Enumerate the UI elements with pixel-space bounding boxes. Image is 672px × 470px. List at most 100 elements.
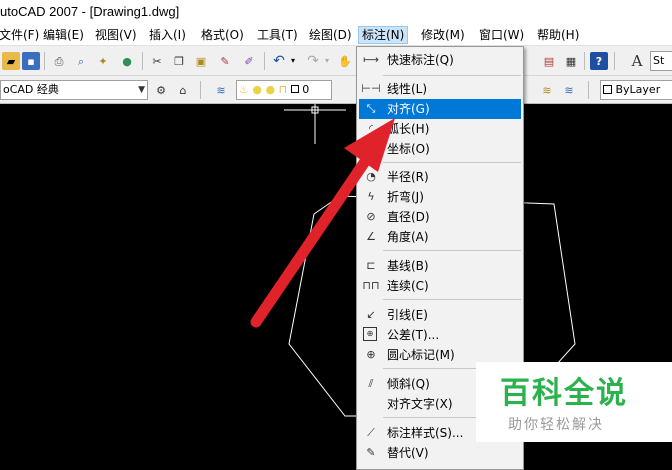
watermark-title: 百科全说 — [500, 376, 628, 411]
copy-icon[interactable]: ❐ — [170, 52, 188, 70]
menu-dimension[interactable]: 标注(N) — [358, 26, 409, 44]
menu-tools[interactable]: 工具(T) — [254, 27, 301, 45]
diameter-icon: ⊘ — [366, 210, 376, 223]
block-editor-icon[interactable]: ✐ — [240, 52, 258, 70]
menu-item-angular[interactable]: ∠ 角度(A) — [359, 227, 521, 247]
linetype-combo[interactable]: ByLayer — [600, 80, 672, 100]
menu-item-diameter[interactable]: ⊘ 直径(D) — [359, 207, 521, 227]
toolbar-separator — [44, 52, 45, 70]
redo-icon[interactable]: ↷ — [304, 52, 322, 70]
jogged-icon: ϟ — [367, 190, 375, 203]
undo-icon[interactable]: ↶ — [270, 52, 288, 70]
layers-toolbar: oCAD 经典 ▼ ⚙ ⌂ ≋ ♨ ● ● ⊓ 0 ≋ ≋ ByLayer — [0, 76, 672, 104]
save-icon[interactable]: ▪ — [22, 52, 40, 70]
tolerance-icon: ⊕ — [363, 327, 377, 341]
radius-icon: ◔ — [366, 170, 376, 183]
make-current-layer-icon[interactable]: ≋ — [538, 81, 556, 99]
menu-view[interactable]: 视图(V) — [92, 27, 140, 45]
aligned-dimension-icon: ⤡ — [366, 102, 376, 115]
chevron-down-icon[interactable]: ▾ — [288, 54, 298, 68]
menu-edit[interactable]: 编辑(E) — [40, 27, 87, 45]
workspace-settings-icon[interactable]: ⚙ — [152, 81, 170, 99]
angular-icon: ∠ — [366, 230, 376, 243]
lightbulb-icon: ♨ — [239, 83, 249, 96]
calculator-icon[interactable]: ▦ — [562, 52, 580, 70]
watermark-subtitle: 助你轻松解决 — [508, 417, 604, 433]
crosshair-cursor — [284, 104, 346, 144]
oblique-icon: ⫽ — [368, 377, 374, 390]
standard-toolbar: ▰ ▪ ⎙ ⌕ ✦ ● ✂ ❐ ▣ ✎ ✐ ↶ ▾ ↷ ▾ ✋ ▤ ▦ ? A … — [0, 46, 672, 76]
menu-item-ordinate[interactable]: ⊥ 坐标(O) — [359, 139, 521, 159]
publish-icon[interactable]: ✦ — [94, 52, 112, 70]
layer-value: 0 — [302, 83, 310, 96]
menu-insert[interactable]: 插入(I) — [146, 27, 189, 45]
menu-file[interactable]: 文件(F) — [0, 27, 42, 45]
menu-bar: 文件(F) 编辑(E) 视图(V) 插入(I) 格式(O) 工具(T) 绘图(D… — [0, 24, 672, 46]
menu-separator — [383, 299, 521, 300]
sun-icon: ● — [265, 83, 276, 96]
help-icon[interactable]: ? — [590, 52, 608, 70]
chevron-down-icon[interactable]: ▾ — [322, 54, 332, 68]
dimension-style-icon: ⟋ — [367, 426, 375, 439]
leader-icon: ↙ — [366, 308, 376, 321]
chevron-down-icon: ▼ — [138, 85, 145, 95]
layer-manager-icon[interactable]: ≋ — [212, 81, 230, 99]
color-swatch-icon — [290, 85, 299, 93]
toolbar-separator — [264, 52, 265, 70]
toolbar-separator — [584, 52, 585, 70]
override-icon: ✎ — [366, 446, 376, 459]
menu-separator — [383, 250, 521, 251]
menu-item-radius[interactable]: ◔ 半径(R) — [359, 167, 521, 187]
menu-draw[interactable]: 绘图(D) — [306, 27, 355, 45]
window-title: utoCAD 2007 - [Drawing1.dwg] — [0, 4, 180, 19]
watermark: 百科全说 助你轻松解决 — [476, 362, 672, 442]
menu-item-tolerance[interactable]: ⊕ 公差(T)... — [359, 325, 521, 345]
menu-item-aligned[interactable]: ⤡ 对齐(G) — [359, 99, 521, 119]
print-icon[interactable]: ⎙ — [50, 52, 68, 70]
menu-item-leader[interactable]: ↙ 引线(E) — [359, 305, 521, 325]
center-mark-icon: ⊕ — [366, 348, 376, 361]
open-icon[interactable]: ▰ — [2, 52, 20, 70]
layer-previous-icon[interactable]: ≋ — [560, 81, 578, 99]
sun-icon: ● — [252, 83, 262, 96]
menu-modify[interactable]: 修改(M) — [418, 27, 468, 45]
paste-icon[interactable]: ▣ — [192, 52, 210, 70]
menu-item-quick-dimension[interactable]: ⟼ 快速标注(Q) — [359, 50, 521, 70]
menu-window[interactable]: 窗口(W) — [476, 27, 527, 45]
markup-icon[interactable]: ▤ — [540, 52, 558, 70]
arc-length-icon: ◜ — [368, 122, 374, 135]
text-style-value: St — [653, 54, 665, 67]
ordinate-icon: ⊥ — [366, 142, 376, 155]
lock-icon: ⊓ — [278, 83, 288, 96]
toolbar-separator — [614, 52, 615, 70]
match-properties-icon[interactable]: ✎ — [216, 52, 234, 70]
baseline-icon: ⊏ — [366, 259, 376, 272]
save-workspace-icon[interactable]: ⌂ — [174, 81, 192, 99]
text-style-icon[interactable]: A — [628, 52, 646, 70]
plot-icon[interactable]: ● — [118, 52, 136, 70]
menu-separator — [383, 75, 521, 76]
pan-icon[interactable]: ✋ — [336, 52, 354, 70]
menu-item-continue[interactable]: ⊓⊓ 连续(C) — [359, 276, 521, 296]
layer-combo[interactable]: ♨ ● ● ⊓ 0 — [236, 80, 332, 100]
linear-dimension-icon: ⊢⊣ — [361, 82, 381, 95]
workspace-value: oCAD 经典 — [3, 83, 59, 96]
menu-separator — [383, 162, 521, 163]
continue-icon: ⊓⊓ — [362, 279, 380, 292]
preview-icon[interactable]: ⌕ — [72, 52, 90, 70]
toolbar-separator — [588, 81, 589, 99]
menu-format[interactable]: 格式(O) — [198, 27, 247, 45]
text-style-combo[interactable]: St — [650, 51, 672, 71]
toolbar-separator — [142, 52, 143, 70]
menu-item-linear[interactable]: ⊢⊣ 线性(L) — [359, 79, 521, 99]
menu-item-baseline[interactable]: ⊏ 基线(B) — [359, 256, 521, 276]
menu-item-arc-length[interactable]: ◜ 弧长(H) — [359, 119, 521, 139]
title-bar: utoCAD 2007 - [Drawing1.dwg] — [0, 0, 672, 24]
linetype-value: ByLayer — [615, 83, 661, 96]
menu-item-override[interactable]: ✎ 替代(V) — [359, 443, 521, 463]
menu-help[interactable]: 帮助(H) — [534, 27, 582, 45]
quick-dimension-icon: ⟼ — [363, 53, 379, 66]
workspace-combo[interactable]: oCAD 经典 ▼ — [0, 80, 148, 100]
menu-item-jogged[interactable]: ϟ 折弯(J) — [359, 187, 521, 207]
cut-icon[interactable]: ✂ — [148, 52, 166, 70]
